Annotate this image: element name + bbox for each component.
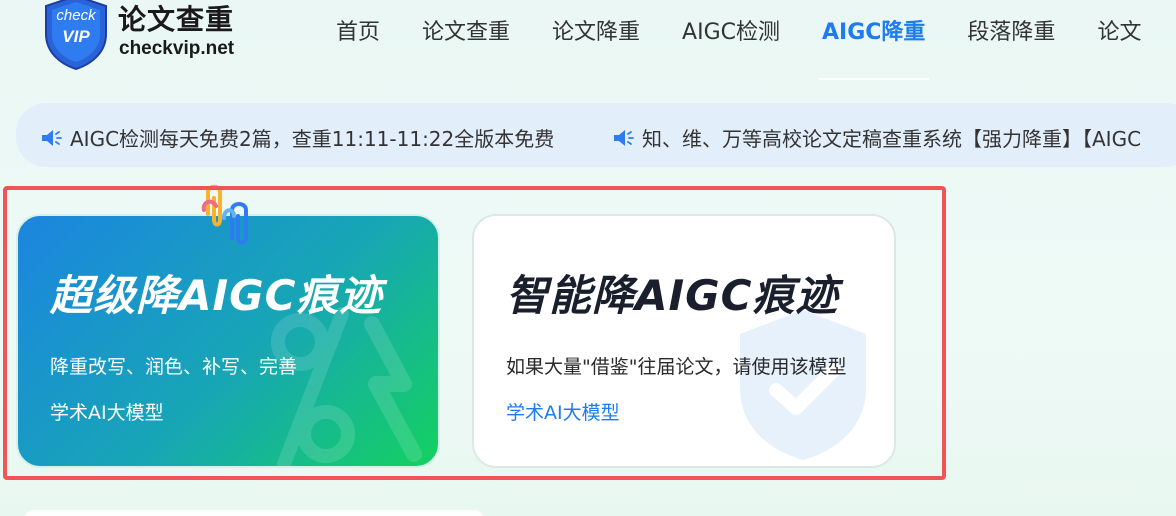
notice-text: AIGC检测每天免费2篇，查重11:11-11:22全版本免费 [70, 127, 555, 151]
speaker-icon [42, 129, 62, 146]
nav-item-home[interactable]: 首页 [336, 14, 380, 78]
highlight-frame [3, 186, 946, 480]
brand-domain: checkvip.net [119, 38, 235, 59]
next-section-card [24, 510, 484, 516]
main-nav: 首页 论文查重 论文降重 AIGC检测 AIGC降重 段落降重 论文 [336, 14, 1176, 80]
nav-item-paper-check[interactable]: 论文查重 [422, 14, 510, 78]
notice-bar: AIGC检测每天免费2篇，查重11:11-11:22全版本免费 知、维、万等高校… [16, 103, 1176, 167]
notice-text: 知、维、万等高校论文定稿查重系统【强力降重】【AIGC [642, 127, 1142, 151]
logo-badge-line1: check [56, 7, 96, 24]
page: check VIP 论文查重 checkvip.net 首页 论文查重 论文降重… [0, 0, 1176, 516]
site-logo[interactable]: check VIP 论文查重 checkvip.net [42, 0, 292, 72]
notice-item[interactable]: AIGC检测每天免费2篇，查重11:11-11:22全版本免费 [40, 123, 554, 152]
nav-item-aigc-rewrite[interactable]: AIGC降重 [817, 14, 930, 80]
notice-item[interactable]: 知、维、万等高校论文定稿查重系统【强力降重】【AIGC [612, 123, 1141, 152]
brand-name: 论文查重 [118, 3, 235, 36]
speaker-icon [614, 129, 634, 146]
nav-item-paper-rewrite[interactable]: 论文降重 [552, 14, 640, 78]
nav-item-paper-more[interactable]: 论文 [1097, 14, 1141, 78]
logo-badge-line2: VIP [62, 27, 90, 46]
nav-item-aigc-detect[interactable]: AIGC检测 [682, 14, 780, 78]
nav-item-paragraph-rewrite[interactable]: 段落降重 [967, 14, 1055, 78]
